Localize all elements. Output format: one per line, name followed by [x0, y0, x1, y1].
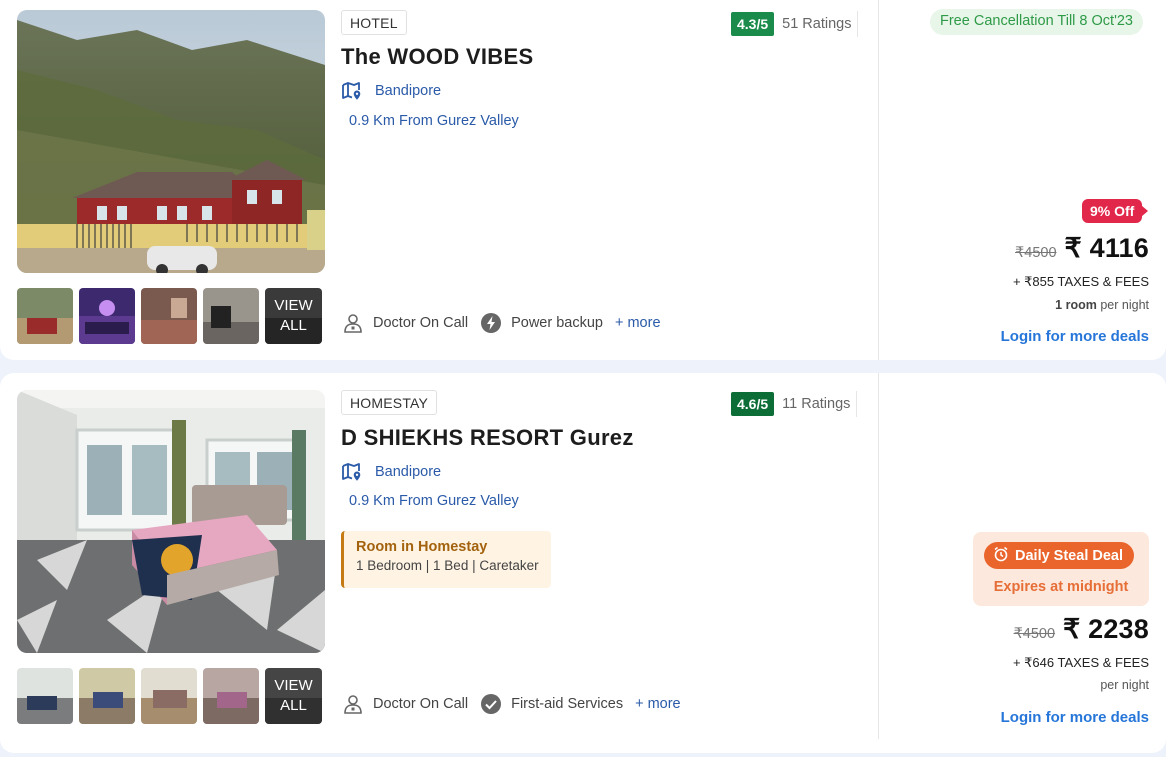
rating-badge: 4.3/5	[731, 12, 775, 36]
taxes-fees: + ₹855 TAXES & FEES	[1012, 274, 1149, 289]
thumbnail[interactable]	[79, 288, 135, 344]
discount-badge: 9% Off	[1082, 199, 1149, 223]
amenity-item: Power backup	[480, 312, 603, 334]
location-text[interactable]: Bandipore	[375, 83, 441, 99]
rating-block: 4.6/5 11 Ratings	[731, 391, 858, 417]
alarm-clock-icon	[993, 546, 1009, 566]
location-row: Bandipore	[341, 80, 441, 102]
thumbnail-strip: VIEW ALL	[17, 668, 322, 724]
hotel-main-photo[interactable]	[17, 10, 325, 273]
taxes-fees: + ₹646 TAXES & FEES	[1012, 655, 1149, 670]
check-circle-icon	[480, 693, 502, 715]
per-night-label: per night	[1100, 678, 1149, 692]
amenity-item: Doctor On Call	[342, 693, 468, 715]
room-details: 1 Bedroom | 1 Bed | Caretaker	[356, 558, 539, 573]
price-row: ₹4500 ₹ 2238	[1014, 614, 1149, 645]
login-for-deals-link[interactable]: Login for more deals	[1001, 709, 1149, 726]
thumbnail-strip: VIEW ALL	[17, 288, 322, 344]
view-all-label: VIEW ALL	[265, 288, 322, 344]
thumbnail[interactable]	[141, 668, 197, 724]
lightning-icon	[480, 312, 502, 334]
column-divider	[878, 373, 879, 739]
doctor-icon	[342, 312, 364, 334]
view-all-photos-button[interactable]: VIEW ALL	[265, 288, 322, 344]
thumbnail[interactable]	[203, 288, 259, 344]
view-all-photos-button[interactable]: VIEW ALL	[265, 668, 322, 724]
thumbnail[interactable]	[203, 668, 259, 724]
thumbnail[interactable]	[17, 668, 73, 724]
room-count: 1 room	[1055, 298, 1097, 312]
distance-text: 0.9 Km From Gurez Valley	[349, 493, 519, 509]
original-price: ₹4500	[1015, 245, 1057, 261]
rating-block: 4.3/5 51 Ratings	[731, 11, 859, 37]
original-price: ₹4500	[1013, 626, 1056, 642]
amenity-label: Power backup	[511, 315, 603, 331]
map-pin-icon	[341, 80, 363, 102]
view-all-label: VIEW ALL	[265, 668, 322, 724]
amenity-item: First-aid Services	[480, 693, 623, 715]
ratings-count[interactable]: 51 Ratings	[782, 16, 851, 32]
property-type-tag: HOMESTAY	[341, 390, 438, 415]
room-type-title: Room in Homestay	[356, 539, 488, 555]
doctor-icon	[342, 693, 364, 715]
current-price: ₹ 4116	[1064, 233, 1149, 263]
map-pin-icon	[341, 461, 363, 483]
amenities-row: Doctor On Call Power backup + more	[342, 312, 661, 334]
hotel-name[interactable]: The WOOD VIBES	[341, 44, 533, 70]
listing-card-d-shiekhs-resort[interactable]: VIEW ALL HOMESTAY 4.6/5 11 Ratings D SHI…	[0, 373, 1166, 753]
more-amenities-link[interactable]: + more	[635, 696, 681, 712]
deal-label: Daily Steal Deal	[1015, 547, 1123, 564]
thumbnail[interactable]	[141, 288, 197, 344]
room-type-box: Room in Homestay 1 Bedroom | 1 Bed | Car…	[341, 531, 551, 588]
column-divider	[878, 0, 879, 360]
per-night-text: per night	[1100, 298, 1149, 312]
location-row: Bandipore	[341, 461, 441, 483]
thumbnail[interactable]	[79, 668, 135, 724]
location-text[interactable]: Bandipore	[375, 464, 441, 480]
listing-card-wood-vibes[interactable]: VIEW ALL HOTEL 4.3/5 51 Ratings The WOOD…	[0, 0, 1166, 360]
amenity-label: Doctor On Call	[373, 696, 469, 712]
more-amenities-link[interactable]: + more	[615, 315, 661, 331]
current-price: ₹ 2238	[1063, 614, 1149, 644]
thumbnail[interactable]	[17, 288, 73, 344]
rating-badge: 4.6/5	[731, 392, 775, 416]
amenity-label: Doctor On Call	[373, 315, 469, 331]
daily-deal-box: Daily Steal Deal Expires at midnight	[973, 532, 1149, 606]
deal-expiry: Expires at midnight	[993, 579, 1129, 595]
distance-text: 0.9 Km From Gurez Valley	[349, 113, 519, 129]
amenity-label: First-aid Services	[511, 696, 624, 712]
price-row: ₹4500 ₹ 4116	[1015, 233, 1149, 264]
amenity-item: Doctor On Call	[342, 312, 468, 334]
ratings-count[interactable]: 11 Ratings	[782, 396, 850, 412]
daily-steal-deal-badge: Daily Steal Deal	[984, 542, 1134, 569]
login-for-deals-link[interactable]: Login for more deals	[1001, 328, 1149, 345]
free-cancellation-badge: Free Cancellation Till 8 Oct'23	[930, 9, 1143, 35]
per-night-label: 1 room per night	[1055, 298, 1149, 312]
hotel-name[interactable]: D SHIEKHS RESORT Gurez	[341, 425, 634, 451]
amenities-row: Doctor On Call First-aid Services + more	[342, 693, 681, 715]
property-type-tag: HOTEL	[341, 10, 407, 35]
hotel-main-photo[interactable]	[17, 390, 325, 653]
